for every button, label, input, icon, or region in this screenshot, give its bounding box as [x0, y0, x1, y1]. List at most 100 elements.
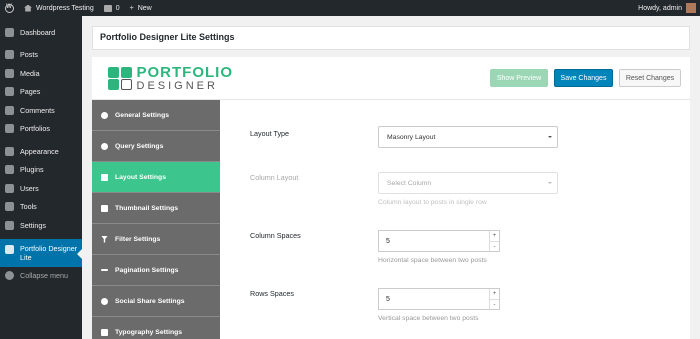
tab-thumbnail-settings[interactable]: Thumbnail Settings: [92, 193, 220, 224]
portfolio-designer-icon: [5, 244, 14, 254]
layout-type-select[interactable]: Masonry Layout: [378, 126, 558, 148]
new-content-link[interactable]: + New: [125, 0, 157, 16]
column-spaces-label: Column Spaces: [250, 231, 301, 240]
brush-icon: [5, 146, 14, 156]
decrement-icon[interactable]: -: [490, 242, 499, 252]
page-title: Portfolio Designer Lite Settings: [100, 32, 235, 42]
sidebar-item-settings[interactable]: Settings: [0, 216, 82, 235]
chevron-down-icon: [548, 182, 552, 186]
portfolio-designer-logo: PORTFOLIO DESIGNER: [108, 65, 233, 92]
tab-label: Layout Settings: [115, 173, 166, 181]
admin-sidebar: Dashboard Posts Media Pages Comments Por…: [0, 16, 82, 339]
wordpress-logo-button[interactable]: [0, 0, 19, 16]
sidebar-item-label: Portfolio Designer Lite: [20, 243, 78, 262]
sidebar-item-plugins[interactable]: Plugins: [0, 161, 82, 180]
wrench-icon: [5, 202, 14, 212]
sidebar-item-tools[interactable]: Tools: [0, 198, 82, 217]
increment-icon[interactable]: +: [490, 231, 499, 242]
comment-icon: [103, 4, 112, 12]
collapse-icon: [5, 271, 14, 281]
sidebar-item-label: Posts: [20, 50, 38, 60]
home-icon: [24, 4, 32, 12]
logo-grid-icon: [108, 66, 132, 91]
sidebar-item-label: Pages: [20, 87, 41, 97]
collapse-menu-button[interactable]: Collapse menu: [0, 267, 82, 286]
tab-label: Filter Settings: [115, 235, 161, 243]
rows-spaces-stepper[interactable]: 5 + -: [378, 288, 500, 310]
tab-social-share-settings[interactable]: Social Share Settings: [92, 286, 220, 317]
rows-spaces-hint: Vertical space between two posts: [378, 315, 479, 322]
column-spaces-stepper[interactable]: 5 + -: [378, 230, 500, 252]
column-layout-label: Column Layout: [250, 173, 299, 182]
tab-label: General Settings: [115, 111, 170, 119]
comment-icon: [5, 105, 14, 115]
account-menu[interactable]: Howdy, admin: [633, 0, 700, 16]
wordpress-icon: [5, 3, 14, 13]
sidebar-item-label: Media: [20, 68, 40, 78]
sidebar-item-portfolios[interactable]: Portfolios: [0, 120, 82, 139]
plus-icon: +: [129, 4, 134, 12]
settings-panel: PORTFOLIO DESIGNER Show Preview Save Cha…: [92, 57, 690, 339]
sidebar-item-users[interactable]: Users: [0, 179, 82, 198]
layout-type-label: Layout Type: [250, 129, 290, 138]
tab-label: Pagination Settings: [115, 266, 179, 274]
tab-filter-settings[interactable]: Filter Settings: [92, 224, 220, 255]
dots-icon: [101, 269, 108, 271]
gear-icon: [101, 111, 108, 119]
site-name-link[interactable]: Wordpress Testing: [19, 0, 99, 16]
sidebar-item-label: Users: [20, 183, 39, 193]
settings-icon: [5, 220, 14, 230]
chevron-down-icon: [548, 136, 552, 140]
sidebar-item-dashboard[interactable]: Dashboard: [0, 23, 82, 42]
tab-query-settings[interactable]: Query Settings: [92, 131, 220, 162]
sidebar-item-portfolio-designer-lite[interactable]: Portfolio Designer Lite: [0, 238, 82, 267]
sidebar-item-label: Appearance: [20, 146, 59, 156]
page-header: Portfolio Designer Lite Settings: [92, 26, 690, 50]
tab-general-settings[interactable]: General Settings: [92, 100, 220, 131]
column-spaces-hint: Horizontal space between two posts: [378, 257, 487, 264]
new-label: New: [137, 4, 152, 12]
tab-typography-settings[interactable]: Typography Settings: [92, 317, 220, 339]
media-icon: [5, 68, 14, 78]
comments-count: 0: [115, 4, 120, 12]
column-layout-select[interactable]: Select Column: [378, 172, 558, 194]
user-icon: [5, 183, 14, 193]
reset-changes-button[interactable]: Reset Changes: [619, 69, 681, 87]
plugin-icon: [5, 165, 14, 175]
sidebar-item-label: Portfolios: [20, 124, 50, 134]
sidebar-item-pages[interactable]: Pages: [0, 83, 82, 102]
share-icon: [101, 297, 108, 305]
rows-spaces-label: Rows Spaces: [250, 289, 294, 298]
increment-icon[interactable]: +: [490, 289, 499, 300]
column-layout-hint: Column layout to posts in single row: [378, 199, 487, 206]
comments-link[interactable]: 0: [99, 0, 125, 16]
sidebar-item-media[interactable]: Media: [0, 64, 82, 83]
sidebar-item-comments[interactable]: Comments: [0, 101, 82, 120]
save-changes-button[interactable]: Save Changes: [554, 69, 613, 87]
tab-label: Typography Settings: [115, 328, 183, 336]
sidebar-item-label: Collapse menu: [20, 271, 68, 281]
show-preview-button[interactable]: Show Preview: [490, 69, 548, 87]
page-icon: [5, 87, 14, 97]
tab-label: Social Share Settings: [115, 297, 185, 305]
tab-label: Query Settings: [115, 142, 164, 150]
dashboard-icon: [5, 27, 14, 37]
sidebar-item-label: Comments: [20, 105, 55, 115]
rows-spaces-value: 5: [386, 295, 390, 303]
column-spaces-value: 5: [386, 237, 390, 245]
tab-pagination-settings[interactable]: Pagination Settings: [92, 255, 220, 286]
pin-icon: [5, 50, 14, 60]
sidebar-item-label: Settings: [20, 220, 46, 230]
sidebar-item-label: Plugins: [20, 165, 44, 175]
tab-label: Thumbnail Settings: [115, 204, 179, 212]
layout-type-value: Masonry Layout: [387, 133, 436, 141]
sidebar-item-appearance[interactable]: Appearance: [0, 142, 82, 161]
tab-layout-settings[interactable]: Layout Settings: [92, 162, 220, 193]
settings-tabs: General Settings Query Settings Layout S…: [92, 100, 220, 339]
avatar: [686, 3, 696, 13]
sidebar-item-posts[interactable]: Posts: [0, 46, 82, 65]
query-icon: [101, 142, 108, 150]
grid-icon: [101, 173, 108, 181]
decrement-icon[interactable]: -: [490, 300, 499, 310]
howdy-text: Howdy, admin: [638, 4, 682, 12]
